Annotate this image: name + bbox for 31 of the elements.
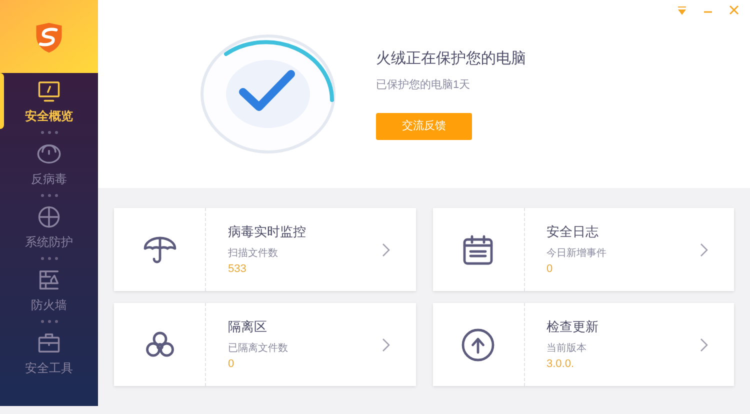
card-label: 今日新增事件 — [546, 246, 608, 260]
sidebar-item[interactable]: 反病毒 — [0, 136, 98, 192]
card-label: 当前版本 — [546, 342, 588, 356]
feature-card[interactable]: 隔离区 已隔离文件数 0 — [114, 303, 416, 386]
sidebar-item[interactable]: 安全概览 — [0, 73, 98, 129]
status-title: 火绒正在保护您的电脑 — [376, 49, 526, 69]
status-subtitle: 已保护您的电脑1天 — [376, 78, 472, 92]
sidebar-item[interactable]: 系统防护 — [0, 199, 98, 255]
dropdown-icon[interactable] — [676, 4, 688, 16]
upload-circle-icon — [460, 326, 496, 362]
card-title: 病毒实时监控 — [228, 223, 307, 241]
chevron-right-icon — [700, 242, 708, 256]
feature-card[interactable]: 病毒实时监控 扫描文件数 533 — [114, 208, 416, 291]
card-value: 3.0.0. — [546, 356, 576, 372]
protection-check-icon — [198, 32, 338, 156]
card-label: 已隔离文件数 — [228, 342, 289, 356]
feature-card[interactable]: 检查更新 当前版本 3.0.0. — [432, 303, 734, 386]
feature-card[interactable]: 安全日志 今日新增事件 0 — [432, 208, 734, 291]
card-title: 安全日志 — [546, 223, 600, 241]
card-value: 533 — [228, 262, 248, 276]
close-icon[interactable] — [728, 4, 740, 16]
chevron-right-icon — [382, 242, 390, 256]
chevron-right-icon — [700, 338, 708, 352]
card-label: 扫描文件数 — [228, 246, 279, 260]
sidebar-item[interactable]: 安全工具 — [0, 325, 98, 381]
chevron-right-icon — [382, 338, 390, 352]
card-value: 0 — [546, 262, 554, 276]
sidebar-item[interactable]: 防火墙 — [0, 262, 98, 318]
card-title: 隔离区 — [228, 318, 268, 336]
card-title: 检查更新 — [546, 318, 600, 336]
card-value: 0 — [228, 356, 236, 372]
